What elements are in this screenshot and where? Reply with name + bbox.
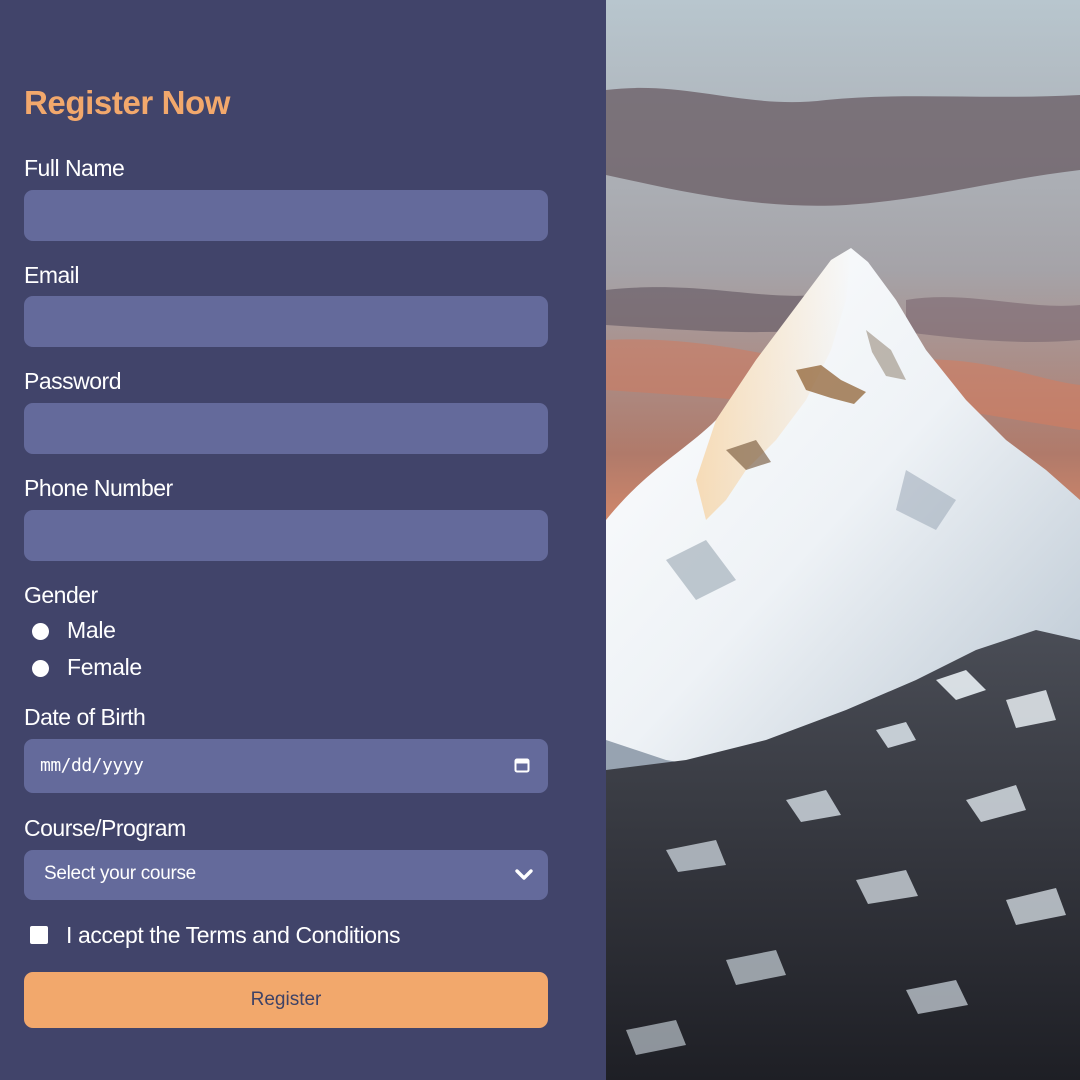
female-radio-label: Female bbox=[67, 654, 142, 680]
full-name-label: Full Name bbox=[24, 155, 125, 181]
calendar-icon[interactable] bbox=[514, 757, 530, 773]
phone-label: Phone Number bbox=[24, 475, 173, 501]
phone-input[interactable] bbox=[24, 510, 548, 561]
female-radio[interactable] bbox=[32, 660, 49, 677]
mountain-photo bbox=[606, 0, 1080, 1080]
form-title: Register Now bbox=[24, 84, 231, 121]
course-select-value: Select your course bbox=[44, 863, 196, 884]
chevron-down-icon bbox=[515, 869, 533, 880]
course-select[interactable]: Select your course bbox=[24, 850, 548, 900]
register-button[interactable]: Register bbox=[24, 972, 548, 1028]
gender-label: Gender bbox=[24, 582, 98, 608]
course-label: Course/Program bbox=[24, 815, 186, 841]
male-radio-label: Male bbox=[67, 617, 116, 643]
password-label: Password bbox=[24, 368, 121, 394]
dob-label: Date of Birth bbox=[24, 704, 146, 730]
mountain-illustration bbox=[606, 0, 1080, 1080]
email-label: Email bbox=[24, 262, 80, 288]
terms-checkbox[interactable] bbox=[30, 926, 48, 944]
registration-panel: Register Now Full Name Email Password Ph… bbox=[0, 0, 606, 1080]
password-input[interactable] bbox=[24, 403, 548, 454]
dob-placeholder: mm/dd/yyyy bbox=[40, 755, 144, 776]
terms-label: I accept the Terms and Conditions bbox=[66, 922, 401, 948]
full-name-input[interactable] bbox=[24, 190, 548, 241]
dob-input[interactable]: mm/dd/yyyy bbox=[24, 739, 548, 793]
email-input[interactable] bbox=[24, 296, 548, 347]
male-radio[interactable] bbox=[32, 623, 49, 640]
